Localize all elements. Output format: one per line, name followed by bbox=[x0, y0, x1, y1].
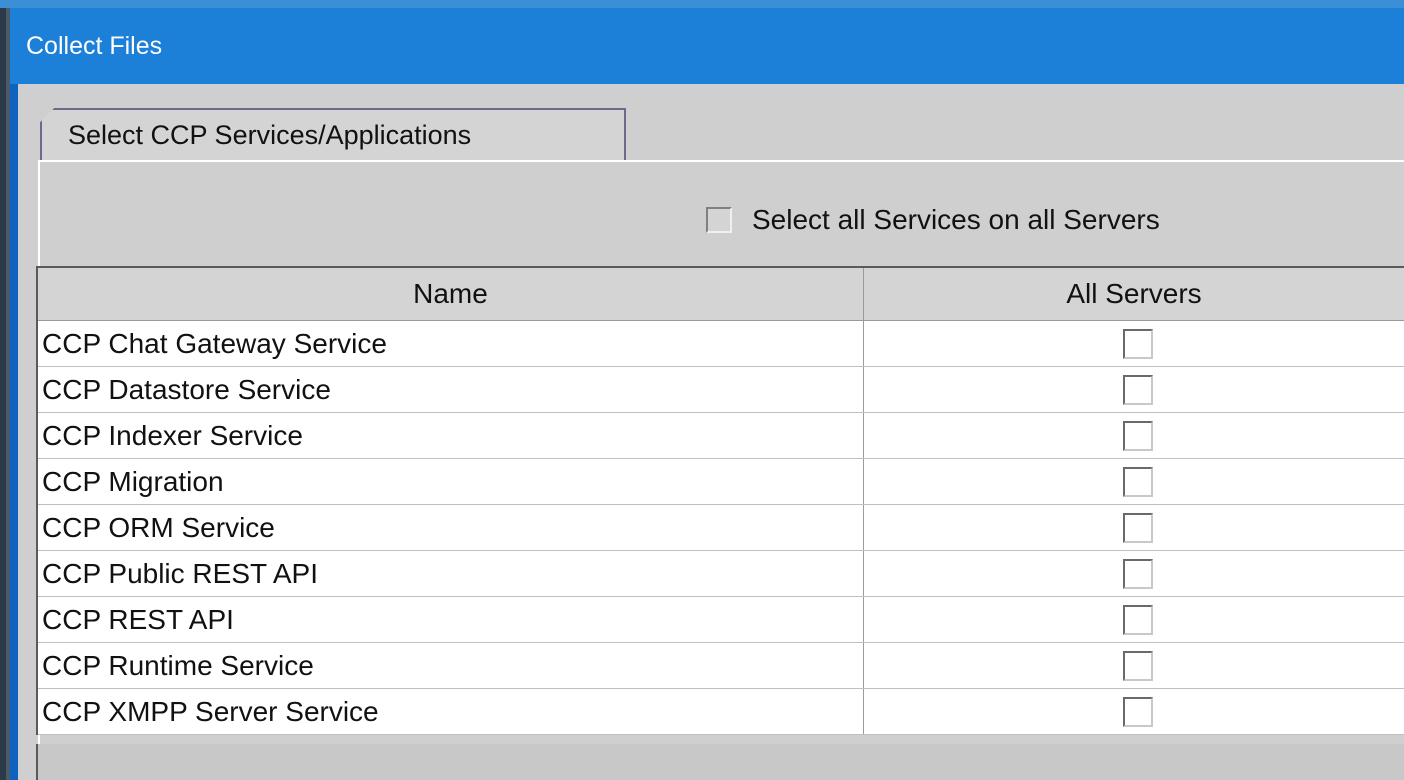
tab-label: Select CCP Services/Applications bbox=[68, 120, 472, 150]
all-servers-checkbox[interactable] bbox=[1123, 604, 1153, 635]
all-servers-checkbox[interactable] bbox=[1123, 420, 1153, 451]
service-name-cell: CCP ORM Service bbox=[38, 505, 864, 550]
all-servers-checkbox[interactable] bbox=[1123, 650, 1153, 681]
all-servers-cell bbox=[864, 367, 1404, 412]
dialog-left-border bbox=[10, 84, 18, 780]
titlebar-top-strip bbox=[0, 0, 1404, 8]
service-name-cell: CCP Indexer Service bbox=[38, 413, 864, 458]
service-name-cell: CCP REST API bbox=[38, 597, 864, 642]
services-table: Name All Servers CCP Chat Gateway Servic… bbox=[36, 266, 1404, 735]
window-left-edge bbox=[0, 0, 10, 780]
column-header-name[interactable]: Name bbox=[38, 268, 864, 320]
select-all-label: Select all Services on all Servers bbox=[752, 204, 1160, 235]
table-row[interactable]: CCP Datastore Service bbox=[38, 367, 1404, 413]
table-row[interactable]: CCP XMPP Server Service bbox=[38, 689, 1404, 735]
all-servers-cell bbox=[864, 689, 1404, 734]
service-name-cell: CCP XMPP Server Service bbox=[38, 689, 864, 734]
select-all-row[interactable]: Select all Services on all Servers bbox=[706, 202, 1160, 238]
dialog-body: Select CCP Services/Applications Select … bbox=[10, 84, 1404, 780]
window-title: Collect Files bbox=[26, 32, 163, 60]
table-row[interactable]: CCP REST API bbox=[38, 597, 1404, 643]
service-name-cell: CCP Public REST API bbox=[38, 551, 864, 596]
table-empty-area bbox=[36, 744, 1404, 780]
all-servers-cell bbox=[864, 551, 1404, 596]
all-servers-checkbox[interactable] bbox=[1123, 696, 1153, 727]
table-row[interactable]: CCP Migration bbox=[38, 459, 1404, 505]
all-servers-cell bbox=[864, 597, 1404, 642]
all-servers-cell bbox=[864, 321, 1404, 366]
table-row[interactable]: CCP Chat Gateway Service bbox=[38, 321, 1404, 367]
tab-select-ccp-services[interactable]: Select CCP Services/Applications bbox=[40, 108, 626, 162]
service-name-cell: CCP Runtime Service bbox=[38, 643, 864, 688]
table-row[interactable]: CCP Runtime Service bbox=[38, 643, 1404, 689]
all-servers-cell bbox=[864, 459, 1404, 504]
all-servers-checkbox[interactable] bbox=[1123, 374, 1153, 405]
all-servers-checkbox[interactable] bbox=[1123, 328, 1153, 359]
table-row[interactable]: CCP Indexer Service bbox=[38, 413, 1404, 459]
column-header-all-servers[interactable]: All Servers bbox=[864, 268, 1404, 320]
table-body: CCP Chat Gateway Service CCP Datastore Se… bbox=[38, 321, 1404, 735]
all-servers-checkbox[interactable] bbox=[1123, 466, 1153, 497]
service-name-cell: CCP Chat Gateway Service bbox=[38, 321, 864, 366]
table-header: Name All Servers bbox=[38, 268, 1404, 321]
service-name-cell: CCP Datastore Service bbox=[38, 367, 864, 412]
all-servers-checkbox[interactable] bbox=[1123, 512, 1153, 543]
table-row[interactable]: CCP Public REST API bbox=[38, 551, 1404, 597]
service-name-cell: CCP Migration bbox=[38, 459, 864, 504]
select-all-checkbox[interactable] bbox=[706, 207, 732, 233]
all-servers-checkbox[interactable] bbox=[1123, 558, 1153, 589]
all-servers-cell bbox=[864, 413, 1404, 458]
all-servers-cell bbox=[864, 505, 1404, 550]
window-titlebar[interactable]: Collect Files bbox=[10, 8, 1404, 84]
all-servers-cell bbox=[864, 643, 1404, 688]
table-row[interactable]: CCP ORM Service bbox=[38, 505, 1404, 551]
